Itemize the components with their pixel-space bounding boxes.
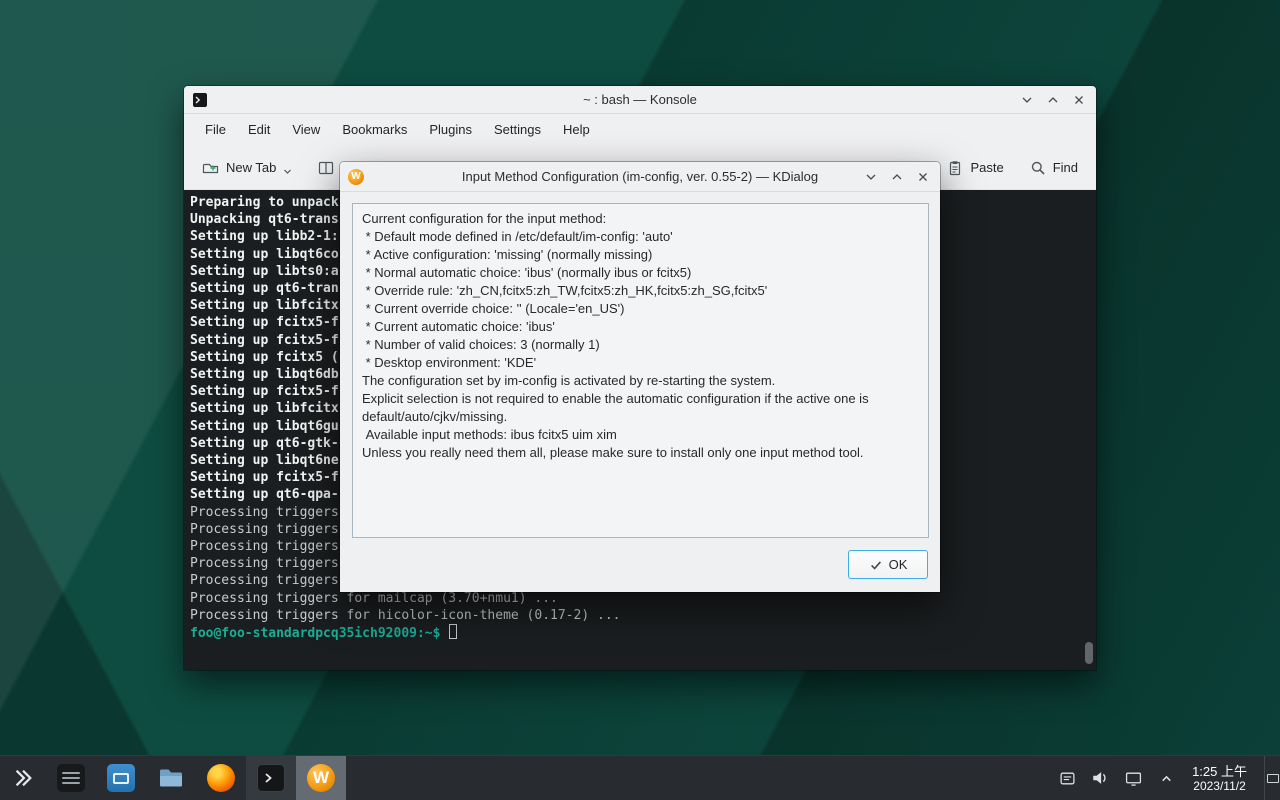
close-icon[interactable] — [1070, 91, 1088, 109]
system-tray: 1:25 上午 2023/11/2 — [1054, 756, 1280, 800]
new-tab-label: New Tab — [226, 160, 276, 175]
new-tab-button[interactable]: New Tab — [202, 160, 292, 176]
clock-time: 1:25 上午 — [1192, 764, 1247, 779]
taskbar-app-system[interactable] — [96, 756, 146, 800]
search-icon — [1030, 160, 1046, 176]
shell-prompt: foo@foo-standardpcq35ich92009:~$ — [190, 626, 440, 641]
paste-button[interactable]: Paste — [947, 160, 1003, 176]
pager-widget[interactable] — [46, 756, 96, 800]
window-title: ~ : bash — Konsole — [184, 92, 1096, 107]
app-launcher-icon[interactable] — [0, 756, 46, 800]
desktop: ~ : bash — Konsole File Edit View Bookma… — [0, 0, 1280, 800]
dialog-text-line: Unless you really need them all, please … — [362, 444, 919, 462]
new-tab-dropdown-icon[interactable] — [283, 167, 292, 176]
volume-icon[interactable] — [1087, 756, 1113, 800]
dialog-text-line: * Override rule: 'zh_CN,fcitx5:zh_TW,fci… — [362, 282, 919, 300]
terminal-line: Processing triggers for mailcap (3.70+nm… — [190, 590, 1092, 607]
menu-view[interactable]: View — [281, 114, 331, 146]
minimize-icon[interactable] — [1018, 91, 1036, 109]
paste-icon — [947, 160, 963, 176]
show-desktop-button[interactable] — [1264, 756, 1280, 800]
terminal-line: Processing triggers for hicolor-icon-the… — [190, 607, 1092, 624]
find-button[interactable]: Find — [1030, 160, 1078, 176]
pager-icon — [57, 764, 85, 792]
menu-file[interactable]: File — [194, 114, 237, 146]
taskbar-app-konsole[interactable] — [246, 756, 296, 800]
dialog-text-line: * Normal automatic choice: 'ibus' (norma… — [362, 264, 919, 282]
terminal-cursor — [449, 624, 457, 639]
menu-settings[interactable]: Settings — [483, 114, 552, 146]
clock-date: 2023/11/2 — [1192, 779, 1247, 793]
taskbar: W 1:25 上午 2023/11/2 — [0, 755, 1280, 800]
dialog-text-line: Explicit selection is not required to en… — [362, 390, 919, 426]
split-view-icon — [318, 160, 334, 176]
maximize-icon[interactable] — [888, 168, 906, 186]
taskbar-app-files[interactable] — [146, 756, 196, 800]
konsole-titlebar[interactable]: ~ : bash — Konsole — [184, 86, 1096, 114]
tray-expander-icon[interactable] — [1153, 756, 1179, 800]
dialog-text-line: * Current automatic choice: 'ibus' — [362, 318, 919, 336]
kdialog-titlebar[interactable]: W Input Method Configuration (im-config,… — [340, 162, 940, 192]
kdialog-window: W Input Method Configuration (im-config,… — [340, 162, 940, 592]
menu-bookmarks[interactable]: Bookmarks — [331, 114, 418, 146]
dialog-text-line: * Active configuration: 'missing' (norma… — [362, 246, 919, 264]
konsole-icon — [257, 764, 285, 792]
taskbar-app-firefox[interactable] — [196, 756, 246, 800]
terminal-prompt-line: foo@foo-standardpcq35ich92009:~$ — [190, 624, 1092, 642]
firefox-icon — [207, 764, 235, 792]
im-config-icon: W — [348, 169, 364, 185]
ok-label: OK — [889, 557, 908, 572]
dialog-text-line: The configuration set by im-config is ac… — [362, 372, 919, 390]
dialog-text-frame: Current configuration for the input meth… — [352, 203, 929, 538]
konsole-app-icon — [192, 92, 208, 108]
menu-plugins[interactable]: Plugins — [418, 114, 483, 146]
system-app-icon — [107, 764, 135, 792]
new-tab-icon — [202, 160, 219, 176]
terminal-scrollbar[interactable] — [1085, 642, 1093, 664]
kdialog-title: Input Method Configuration (im-config, v… — [340, 169, 940, 184]
minimize-icon[interactable] — [862, 168, 880, 186]
ok-button[interactable]: OK — [848, 550, 928, 579]
dialog-text-line: Available input methods: ibus fcitx5 uim… — [362, 426, 919, 444]
im-config-icon: W — [307, 764, 335, 792]
konsole-menubar: File Edit View Bookmarks Plugins Setting… — [184, 114, 1096, 146]
show-desktop-icon — [1267, 774, 1279, 783]
folder-icon — [157, 764, 185, 792]
taskbar-app-im-config[interactable]: W — [296, 756, 346, 800]
maximize-icon[interactable] — [1044, 91, 1062, 109]
notifications-icon[interactable] — [1054, 756, 1080, 800]
menu-edit[interactable]: Edit — [237, 114, 281, 146]
dialog-text-line: * Desktop environment: 'KDE' — [362, 354, 919, 372]
check-icon — [869, 558, 883, 572]
digital-clock[interactable]: 1:25 上午 2023/11/2 — [1192, 764, 1247, 793]
menu-help[interactable]: Help — [552, 114, 601, 146]
dialog-text-line: * Number of valid choices: 3 (normally 1… — [362, 336, 919, 354]
find-label: Find — [1053, 160, 1078, 175]
dialog-text-line: Current configuration for the input meth… — [362, 210, 919, 228]
paste-label: Paste — [970, 160, 1003, 175]
close-icon[interactable] — [914, 168, 932, 186]
dialog-text-line: * Default mode defined in /etc/default/i… — [362, 228, 919, 246]
dialog-text-line: * Current override choice: '' (Locale='e… — [362, 300, 919, 318]
display-icon[interactable] — [1120, 756, 1146, 800]
